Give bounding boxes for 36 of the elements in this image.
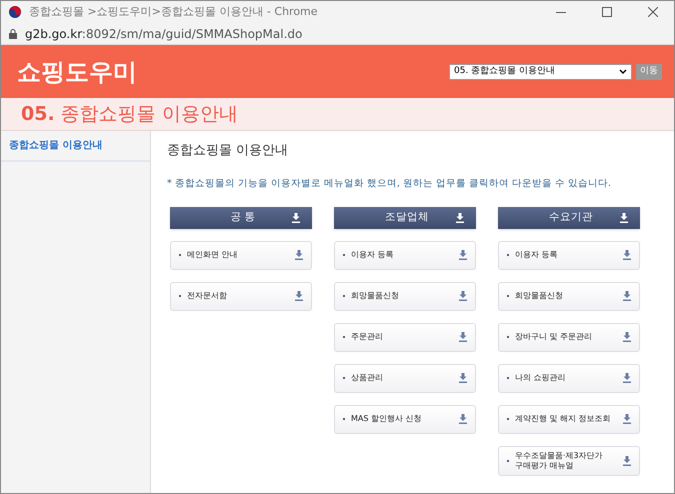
url-text[interactable]: g2b.go.kr:8092/sm/ma/guid/SMMAShopMal.do	[25, 24, 302, 42]
item-label: 메인화면 안내	[187, 250, 239, 260]
notice-text: * 종합쇼핑몰의 기능을 이용자별로 메뉴얼화 했으며, 원하는 업무를 클릭하여 다운받을 수 있습니다.	[167, 176, 612, 190]
item-label: 이용자 등록	[515, 250, 559, 260]
page-title: 05. 종합쇼핑몰 이용안내	[21, 102, 238, 127]
manual-download-item[interactable]: 주문관리	[334, 322, 476, 352]
item-label: 계약진행 및 해지 정보조회	[515, 414, 612, 424]
manual-download-item[interactable]: 이용자 등록	[334, 240, 476, 270]
content-title: 종합쇼핑몰 이용안내	[167, 142, 290, 160]
item-label: 희망물품신청	[515, 291, 564, 302]
item-label: 주문관리	[351, 332, 384, 342]
manual-download-item[interactable]: MAS 할인행사 신청	[334, 404, 476, 434]
column-header[interactable]: 공 통	[170, 206, 312, 229]
manual-download-item[interactable]: 전자문서함	[170, 282, 312, 311]
manual-download-item[interactable]: 우수조달물품·제3자단가 구매평가 매뉴얼	[498, 446, 640, 476]
item-label: 희망물품신청	[351, 291, 400, 302]
item-label: 우수조달물품·제3자단가 구매평가 매뉴얼	[515, 450, 604, 471]
menu-select[interactable]: 05. 종합쇼핑몰 이용안내	[449, 64, 632, 80]
window-title: 종합쇼핑몰 >쇼핑도우미>종합쇼핑몰 이용안내 - Chrome	[29, 4, 319, 20]
manual-download-item[interactable]: 나의 쇼핑관리	[498, 364, 640, 393]
column-header[interactable]: 수요기관	[498, 206, 640, 229]
item-label: 상품관리	[351, 373, 384, 384]
manual-download-item[interactable]: 장바구니 및 주문관리	[498, 322, 640, 352]
item-label: 이용자 등록	[351, 250, 395, 260]
manual-download-item[interactable]: 상품관리	[334, 364, 476, 393]
item-label: 전자문서함	[187, 291, 228, 302]
item-label: 나의 쇼핑관리	[515, 373, 567, 384]
column-header[interactable]: 조달업체	[334, 206, 476, 229]
item-label: 장바구니 및 주문관리	[515, 332, 594, 342]
manual-download-item[interactable]: 희망물품신청	[334, 282, 476, 311]
manual-download-item[interactable]: 계약진행 및 해지 정보조회	[498, 404, 640, 434]
manual-download-item[interactable]: 이용자 등록	[498, 240, 640, 270]
item-label: MAS 할인행사 신청	[351, 414, 423, 424]
sidebar-item[interactable]: 종합쇼핑몰 이용안내	[1, 131, 150, 162]
manual-download-item[interactable]: 희망물품신청	[498, 282, 640, 311]
manual-download-item[interactable]: 메인화면 안내	[170, 240, 312, 270]
